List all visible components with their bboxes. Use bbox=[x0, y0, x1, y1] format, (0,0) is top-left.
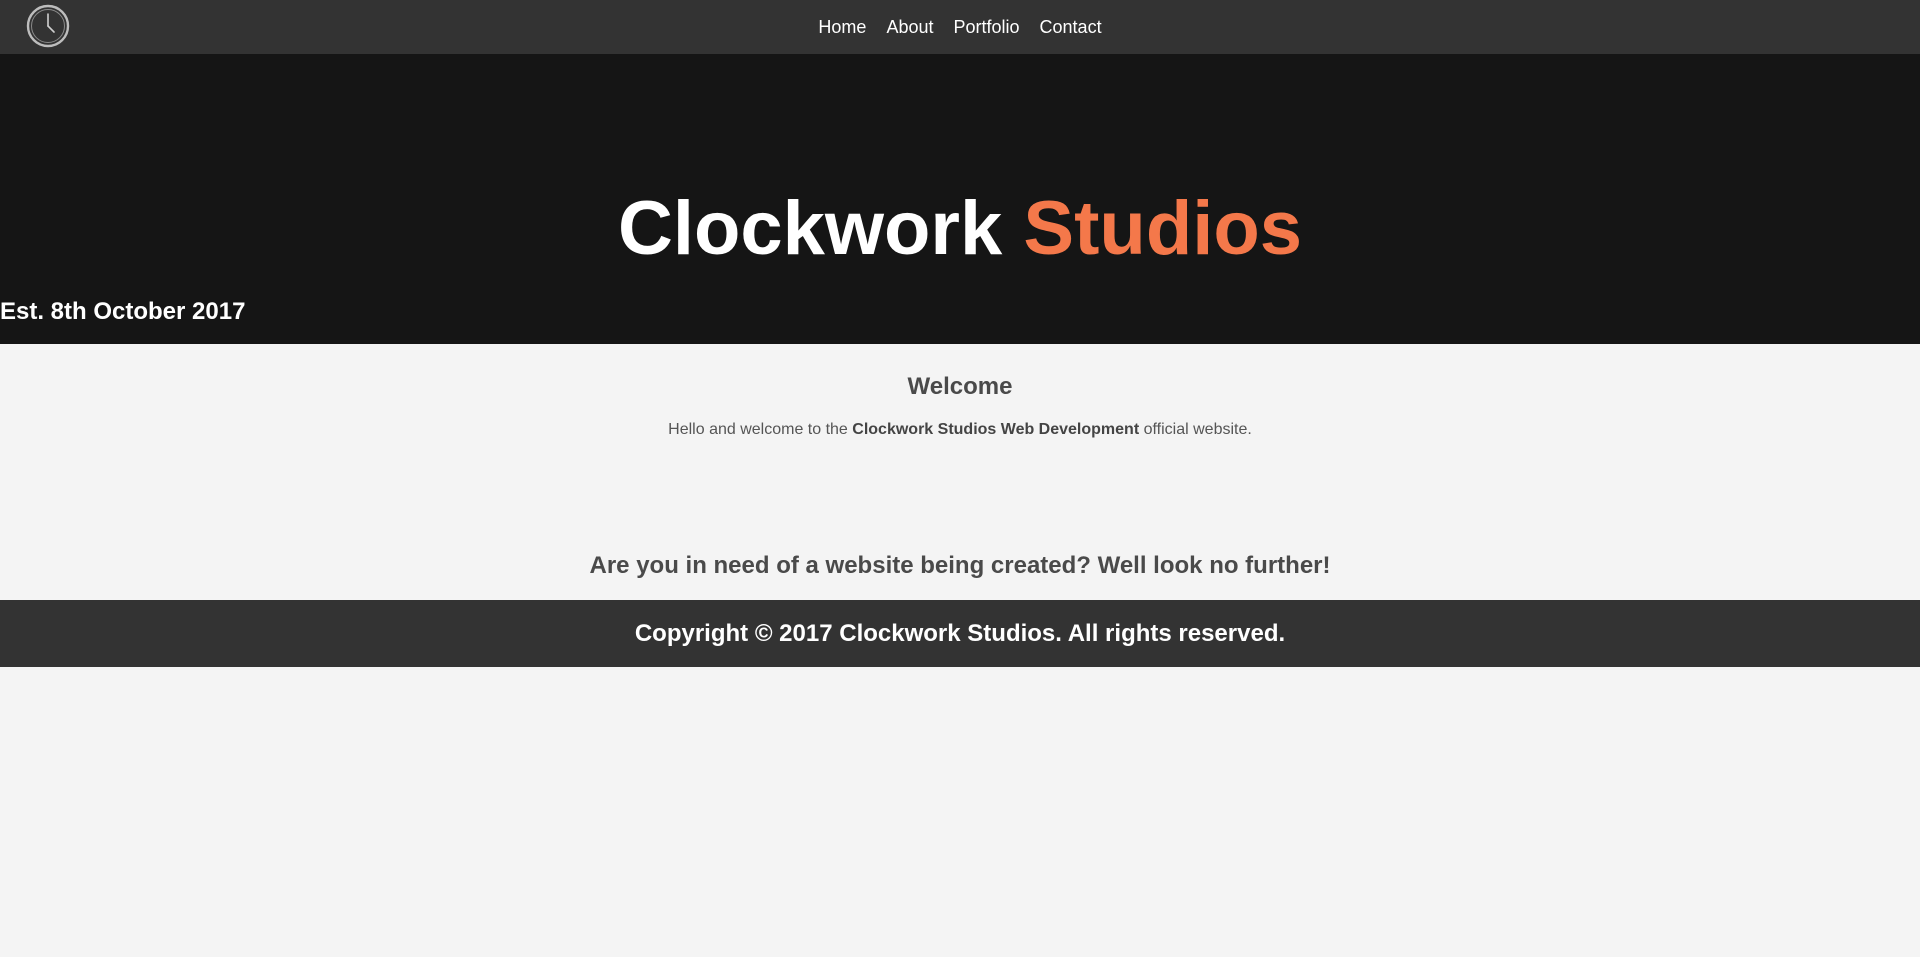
welcome-text-bold: Clockwork Studios Web Development bbox=[852, 421, 1140, 438]
main-nav: Home About Portfolio Contact bbox=[0, 0, 1920, 54]
welcome-text-end: official website. bbox=[1139, 421, 1252, 438]
nav-link-contact[interactable]: Contact bbox=[1030, 0, 1112, 54]
hero-title-part1: Clockwork bbox=[617, 186, 1003, 271]
nav-link-home[interactable]: Home bbox=[808, 0, 876, 54]
nav-link-portfolio[interactable]: Portfolio bbox=[943, 0, 1029, 54]
copyright-text: Copyright © 2017 Clockwork Studios. All … bbox=[634, 619, 1286, 647]
welcome-text-start: Hello and welcome to the bbox=[668, 421, 853, 438]
hero-title-part2: Studios bbox=[1023, 186, 1303, 271]
welcome-section: Welcome Hello and welcome to the Clockwo… bbox=[0, 344, 1920, 600]
welcome-text: Hello and welcome to the Clockwork Studi… bbox=[0, 420, 1920, 440]
footer: Copyright © 2017 Clockwork Studios. All … bbox=[0, 600, 1920, 667]
nav-link-about[interactable]: About bbox=[876, 0, 943, 54]
hero-title: Clockwork Studios bbox=[0, 186, 1920, 272]
hero-banner: Clockwork Studios bbox=[0, 54, 1920, 344]
cta-heading: Are you in need of a website being creat… bbox=[589, 552, 1331, 579]
navbar: Home About Portfolio Contact bbox=[0, 0, 1920, 54]
welcome-heading: Welcome bbox=[907, 373, 1013, 400]
